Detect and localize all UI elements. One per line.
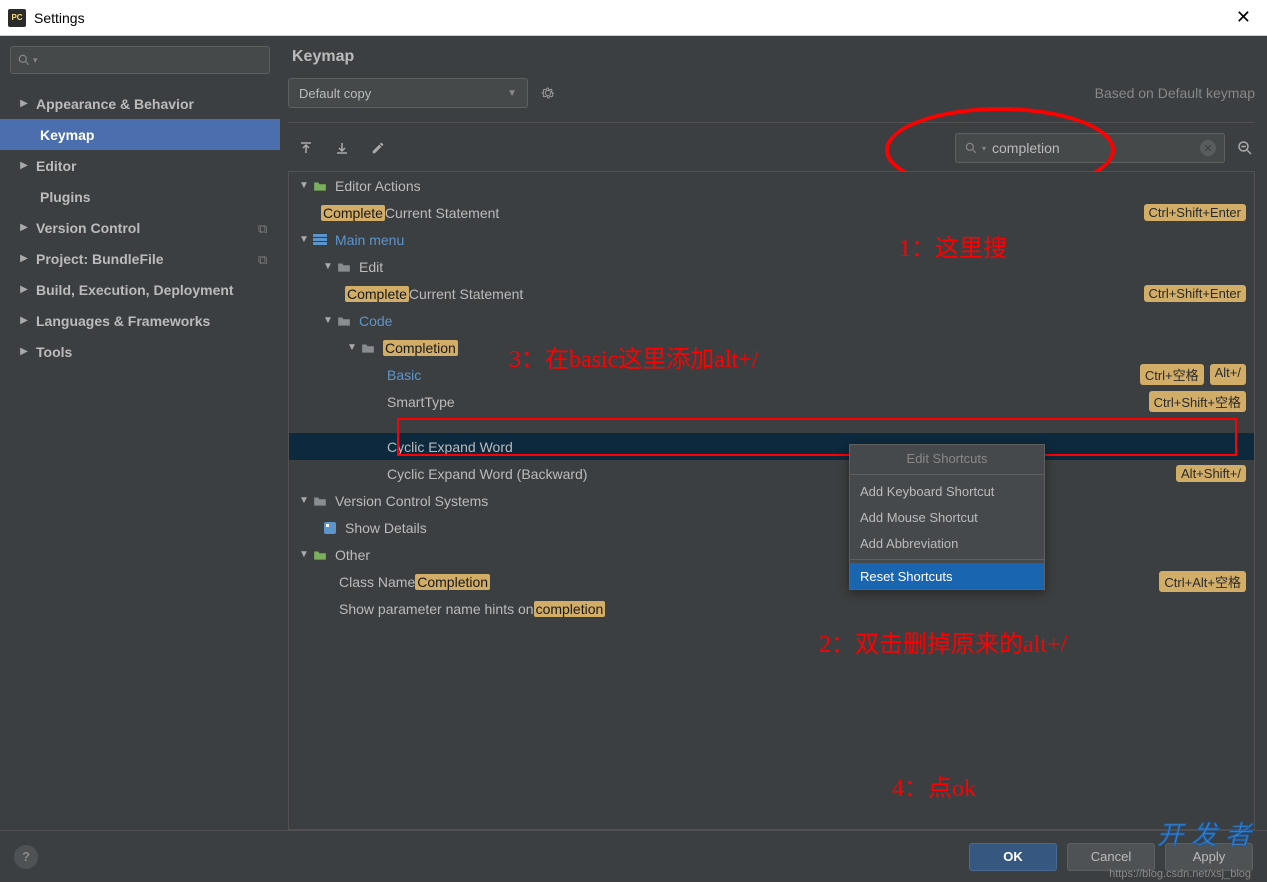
tree-item-class-name-completion[interactable]: Class Name Completion Ctrl+Alt+空格: [289, 568, 1254, 595]
folder-icon: [311, 547, 329, 563]
folder-icon: [311, 493, 329, 509]
sidebar-tree: ▶Appearance & Behavior Keymap ▶Editor Pl…: [0, 84, 280, 830]
tree-item-complete-statement-1[interactable]: Complete Current Statement Ctrl+Shift+En…: [289, 199, 1254, 226]
tree-item-cyclic-expand[interactable]: Cyclic Expand Word: [289, 433, 1254, 460]
menu-separator: [850, 559, 1044, 560]
apply-button[interactable]: Apply: [1165, 843, 1253, 871]
menu-item-reset[interactable]: Reset Shortcuts: [850, 563, 1044, 589]
expand-all-icon[interactable]: [296, 138, 316, 158]
page-title: Keymap: [288, 44, 1255, 78]
keymap-tree: ▼ Editor Actions Complete Current Statem…: [288, 171, 1255, 830]
footer-url: https://blog.csdn.net/xsj_blog: [1109, 868, 1251, 880]
details-icon: [321, 520, 339, 536]
based-on-label: Based on Default keymap: [1095, 85, 1255, 101]
sidebar-search-input[interactable]: ▾: [10, 46, 270, 74]
tree-node-vcs[interactable]: ▼ Version Control Systems: [289, 487, 1254, 514]
footer: ? OK Cancel Apply https://blog.csdn.net/…: [0, 830, 1267, 882]
keymap-search-input[interactable]: ▾ completion ✕: [955, 133, 1225, 163]
find-by-shortcut-icon[interactable]: [1235, 138, 1255, 158]
search-icon: [964, 141, 978, 155]
sidebar-item-editor[interactable]: ▶Editor: [0, 150, 280, 181]
tree-node-code[interactable]: ▼ Code: [289, 307, 1254, 334]
tree-item-complete-statement-2[interactable]: Complete Current Statement Ctrl+Shift+En…: [289, 280, 1254, 307]
tree-node-other[interactable]: ▼ Other: [289, 541, 1254, 568]
collapse-all-icon[interactable]: [332, 138, 352, 158]
content-panel: Keymap Default copy ▼ Based on Default k…: [280, 36, 1267, 830]
menu-item-add-keyboard[interactable]: Add Keyboard Shortcut: [850, 478, 1044, 504]
sidebar: ▾ ▶Appearance & Behavior Keymap ▶Editor …: [0, 36, 280, 830]
folder-icon: [359, 340, 377, 356]
sidebar-item-project[interactable]: ▶Project: BundleFile⧉: [0, 243, 280, 274]
menu-item-add-mouse[interactable]: Add Mouse Shortcut: [850, 504, 1044, 530]
context-menu: Edit Shortcuts Add Keyboard Shortcut Add…: [849, 444, 1045, 590]
menu-icon: [311, 232, 329, 248]
shortcut-badge: Ctrl+Alt+空格: [1159, 571, 1246, 592]
scheme-label: Default copy: [299, 86, 371, 101]
doc-icon: ⧉: [258, 221, 272, 235]
search-text: completion: [992, 140, 1200, 156]
top-row: Default copy ▼ Based on Default keymap: [288, 78, 1255, 123]
app-icon: PC: [8, 9, 26, 27]
keymap-scheme-dropdown[interactable]: Default copy ▼: [288, 78, 528, 108]
titlebar: PC Settings ✕: [0, 0, 1267, 36]
tree-node-completion[interactable]: ▼ Completion: [289, 334, 1254, 361]
shortcut-badge: Ctrl+Shift+Enter: [1144, 204, 1247, 221]
tree-item-cyclic-expand-back[interactable]: Cyclic Expand Word Cyclic Expand Word (B…: [289, 460, 1254, 487]
tree-item-basic[interactable]: Basic Ctrl+空格Alt+/: [289, 361, 1254, 388]
sidebar-item-vcs[interactable]: ▶Version Control⧉: [0, 212, 280, 243]
close-icon[interactable]: ✕: [1228, 3, 1259, 32]
tree-node-edit[interactable]: ▼ Edit: [289, 253, 1254, 280]
shortcut-badge: Ctrl+Shift+Enter: [1144, 285, 1247, 302]
help-icon[interactable]: ?: [14, 845, 38, 869]
sidebar-item-build[interactable]: ▶Build, Execution, Deployment: [0, 274, 280, 305]
folder-icon: [335, 313, 353, 329]
menu-separator: [850, 474, 1044, 475]
shortcut-badge: Alt+/: [1210, 364, 1246, 385]
window-title: Settings: [34, 10, 1228, 26]
ok-button[interactable]: OK: [969, 843, 1057, 871]
shortcut-badge: Ctrl+Shift+空格: [1149, 391, 1246, 412]
tree-node-main-menu[interactable]: ▼ Main menu: [289, 226, 1254, 253]
main-area: ▾ ▶Appearance & Behavior Keymap ▶Editor …: [0, 36, 1267, 830]
annotation-2: 2：双击删掉原来的alt+/: [819, 624, 1067, 659]
tree-item-param-hints[interactable]: Show parameter name hints on completion: [289, 595, 1254, 622]
toolbar-row: ▾ completion ✕: [288, 123, 1255, 171]
tree-node-editor-actions[interactable]: ▼ Editor Actions: [289, 172, 1254, 199]
menu-item-add-abbrev[interactable]: Add Abbreviation: [850, 530, 1044, 556]
annotation-4: 4：点ok: [892, 768, 976, 803]
sidebar-item-appearance[interactable]: ▶Appearance & Behavior: [0, 88, 280, 119]
tree-item-smarttype[interactable]: SmartType Ctrl+Shift+空格: [289, 388, 1254, 415]
sidebar-item-keymap[interactable]: Keymap: [0, 119, 280, 150]
folder-icon: [311, 178, 329, 194]
folder-icon: [335, 259, 353, 275]
edit-icon[interactable]: [368, 138, 388, 158]
shortcut-badge: Alt+Shift+/: [1176, 465, 1246, 482]
sidebar-item-tools[interactable]: ▶Tools: [0, 336, 280, 367]
doc-icon: ⧉: [258, 252, 272, 266]
cancel-button[interactable]: Cancel: [1067, 843, 1155, 871]
sidebar-item-plugins[interactable]: Plugins: [0, 181, 280, 212]
tree-item-show-details[interactable]: Show Details: [289, 514, 1254, 541]
gear-icon[interactable]: [540, 83, 560, 103]
sidebar-item-languages[interactable]: ▶Languages & Frameworks: [0, 305, 280, 336]
chevron-down-icon: ▾: [982, 144, 986, 153]
menu-item-edit-shortcuts[interactable]: Edit Shortcuts: [850, 445, 1044, 471]
shortcut-badge: Ctrl+空格: [1140, 364, 1204, 385]
clear-icon[interactable]: ✕: [1200, 140, 1216, 156]
chevron-down-icon: ▼: [507, 88, 517, 99]
